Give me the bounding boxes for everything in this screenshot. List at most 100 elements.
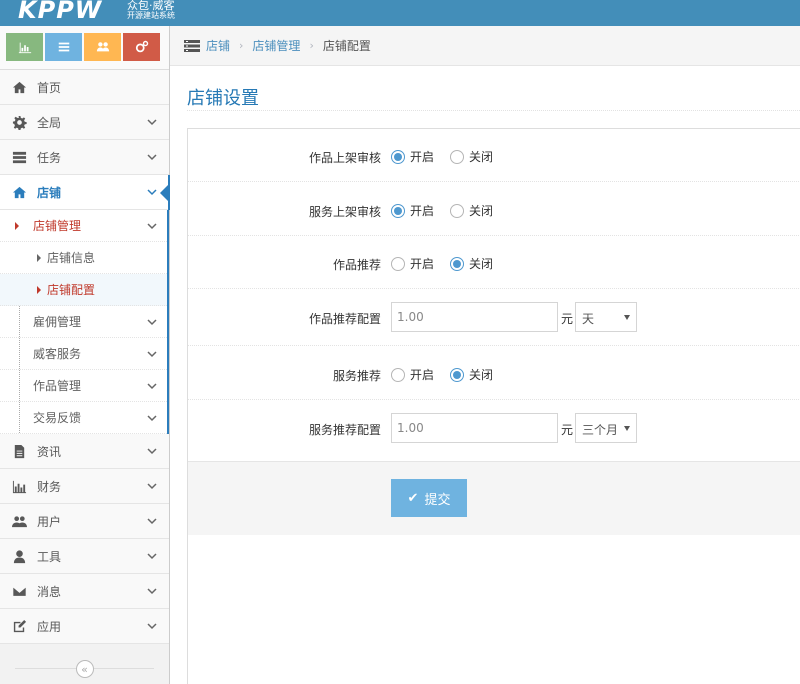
submenu-label: 威客服务 bbox=[33, 347, 82, 361]
currency-unit: 元 bbox=[561, 312, 574, 326]
form-row-work-recommend: 作品推荐 开启 关闭 bbox=[188, 236, 800, 289]
work-recommend-price-input[interactable]: 1.00 bbox=[391, 302, 558, 332]
logo-tagline-sub: 开源建站系统 bbox=[127, 11, 175, 20]
home-icon bbox=[11, 79, 27, 95]
submit-button[interactable]: ✔ 提交 bbox=[391, 479, 467, 517]
form-row-work-review: 作品上架审核 开启 关闭 bbox=[188, 129, 800, 182]
top-navbar: KPPW 众包·威客 开源建站系统 bbox=[0, 0, 800, 26]
form-row-service-recommend-config: 服务推荐配置 1.00 元 三个月 bbox=[188, 401, 800, 459]
sidebar-shortcuts bbox=[0, 26, 169, 70]
radio-dot bbox=[391, 149, 405, 164]
home-icon bbox=[11, 184, 27, 200]
submenu-item-shop-info[interactable]: 店铺信息 bbox=[0, 242, 169, 274]
sidebar-item-users[interactable]: 用户 bbox=[0, 504, 169, 539]
sidebar: 首页 全局 任务 店铺 店铺管理 店铺信息 店铺配置 雇佣管理 威客服务 作品管… bbox=[0, 26, 170, 684]
form-row-service-recommend: 服务推荐 开启 关闭 bbox=[188, 347, 800, 400]
shop-submenu: 店铺管理 店铺信息 店铺配置 雇佣管理 威客服务 作品管理 交易反馈 bbox=[0, 210, 169, 434]
service-recommend-off-radio[interactable]: 关闭 bbox=[450, 366, 493, 383]
shortcut-users-button[interactable] bbox=[84, 33, 121, 61]
service-review-off-radio[interactable]: 关闭 bbox=[450, 202, 493, 219]
radio-dot bbox=[391, 256, 405, 271]
chevron-down-icon bbox=[147, 351, 157, 358]
caret-right-icon bbox=[15, 222, 19, 230]
submenu-label: 店铺配置 bbox=[47, 283, 96, 297]
form-label: 作品上架审核 bbox=[308, 151, 381, 165]
sidebar-item-tools[interactable]: 工具 bbox=[0, 539, 169, 574]
caret-down-icon bbox=[624, 315, 630, 320]
sidebar-collapse-button[interactable]: « bbox=[75, 660, 94, 678]
chevron-down-icon bbox=[147, 154, 157, 161]
tasks-icon bbox=[11, 149, 27, 165]
radio-label: 开启 bbox=[410, 204, 435, 218]
service-recommend-period-select[interactable]: 三个月 bbox=[575, 413, 637, 443]
sidebar-item-shop[interactable]: 店铺 bbox=[0, 175, 170, 210]
form-label: 作品推荐配置 bbox=[308, 312, 381, 326]
caret-down-icon bbox=[624, 426, 630, 431]
submenu-item-shop-config[interactable]: 店铺配置 bbox=[0, 274, 169, 306]
work-recommend-period-select[interactable]: 天 bbox=[575, 302, 637, 332]
shop-settings-form: 作品上架审核 开启 关闭 服务上架审核 开启 关闭 作品推荐 开启 关闭 作品推… bbox=[187, 128, 800, 684]
select-value: 天 bbox=[582, 312, 595, 326]
breadcrumb-current: 店铺配置 bbox=[322, 39, 371, 53]
currency-unit: 元 bbox=[561, 423, 574, 437]
chevron-down-icon bbox=[147, 553, 157, 560]
form-row-service-review: 服务上架审核 开启 关闭 bbox=[188, 183, 800, 236]
users-icon bbox=[11, 513, 27, 529]
radio-label: 关闭 bbox=[469, 368, 494, 382]
shortcut-cogs-button[interactable] bbox=[123, 33, 160, 61]
submenu-item-witkey-service[interactable]: 威客服务 bbox=[0, 338, 169, 370]
breadcrumb-separator: › bbox=[239, 39, 244, 52]
work-review-on-radio[interactable]: 开启 bbox=[391, 148, 434, 165]
work-recommend-off-radio[interactable]: 关闭 bbox=[450, 255, 493, 272]
service-recommend-price-input[interactable]: 1.00 bbox=[391, 413, 558, 443]
form-label: 服务推荐 bbox=[332, 369, 381, 383]
form-label: 服务推荐配置 bbox=[308, 423, 381, 437]
submenu-label: 交易反馈 bbox=[33, 411, 82, 425]
radio-dot bbox=[450, 149, 464, 164]
sidebar-item-label: 资讯 bbox=[37, 444, 62, 459]
list-icon bbox=[58, 42, 69, 52]
file-icon bbox=[11, 443, 27, 459]
submenu-item-hire-manage[interactable]: 雇佣管理 bbox=[0, 306, 169, 338]
breadcrumb-link-shop-manage[interactable]: 店铺管理 bbox=[252, 37, 300, 54]
sidebar-item-label: 工具 bbox=[37, 549, 62, 564]
check-icon: ✔ bbox=[407, 490, 419, 506]
sidebar-item-finance[interactable]: 财务 bbox=[0, 469, 169, 504]
service-review-on-radio[interactable]: 开启 bbox=[391, 202, 434, 219]
sidebar-item-label: 任务 bbox=[37, 150, 62, 165]
app-logo[interactable]: KPPW bbox=[18, 0, 102, 24]
sidebar-item-apps[interactable]: 应用 bbox=[0, 609, 169, 644]
caret-right-icon bbox=[37, 286, 41, 294]
sidebar-item-tasks[interactable]: 任务 bbox=[0, 140, 169, 175]
sidebar-collapse-row: « bbox=[0, 654, 169, 684]
submenu-label: 店铺信息 bbox=[47, 251, 96, 265]
sidebar-item-messages[interactable]: 消息 bbox=[0, 574, 169, 609]
logo-tagline: 众包·威客 开源建站系统 bbox=[127, 0, 175, 20]
sidebar-item-news[interactable]: 资讯 bbox=[0, 434, 169, 469]
sidebar-item-global[interactable]: 全局 bbox=[0, 105, 169, 140]
sidebar-item-label: 应用 bbox=[37, 619, 62, 634]
sidebar-item-home[interactable]: 首页 bbox=[0, 70, 169, 105]
cogs-icon bbox=[135, 40, 148, 53]
shortcut-chart-button[interactable] bbox=[6, 33, 43, 61]
breadcrumb-link-shop[interactable]: 店铺 bbox=[206, 37, 230, 54]
chevron-down-icon bbox=[147, 518, 157, 525]
chevron-down-icon bbox=[147, 189, 157, 196]
sidebar-item-label: 全局 bbox=[37, 115, 62, 130]
work-recommend-on-radio[interactable]: 开启 bbox=[391, 255, 434, 272]
submenu-item-trade-feedback[interactable]: 交易反馈 bbox=[0, 402, 169, 434]
chevron-down-icon bbox=[147, 223, 157, 230]
sidebar-item-label: 店铺 bbox=[37, 185, 62, 200]
gear-icon bbox=[11, 114, 27, 130]
submenu-item-work-manage[interactable]: 作品管理 bbox=[0, 370, 169, 402]
shortcut-list-button[interactable] bbox=[45, 33, 82, 61]
caret-right-icon bbox=[37, 254, 41, 262]
work-review-off-radio[interactable]: 关闭 bbox=[450, 148, 493, 165]
radio-dot bbox=[450, 367, 464, 382]
bar-chart-icon bbox=[11, 478, 27, 494]
service-recommend-on-radio[interactable]: 开启 bbox=[391, 366, 434, 383]
submenu-label: 雇佣管理 bbox=[33, 315, 82, 329]
logo-tagline-main: 众包·威客 bbox=[127, 0, 175, 12]
chevron-down-icon bbox=[147, 588, 157, 595]
submenu-item-shop-manage[interactable]: 店铺管理 bbox=[0, 210, 169, 242]
